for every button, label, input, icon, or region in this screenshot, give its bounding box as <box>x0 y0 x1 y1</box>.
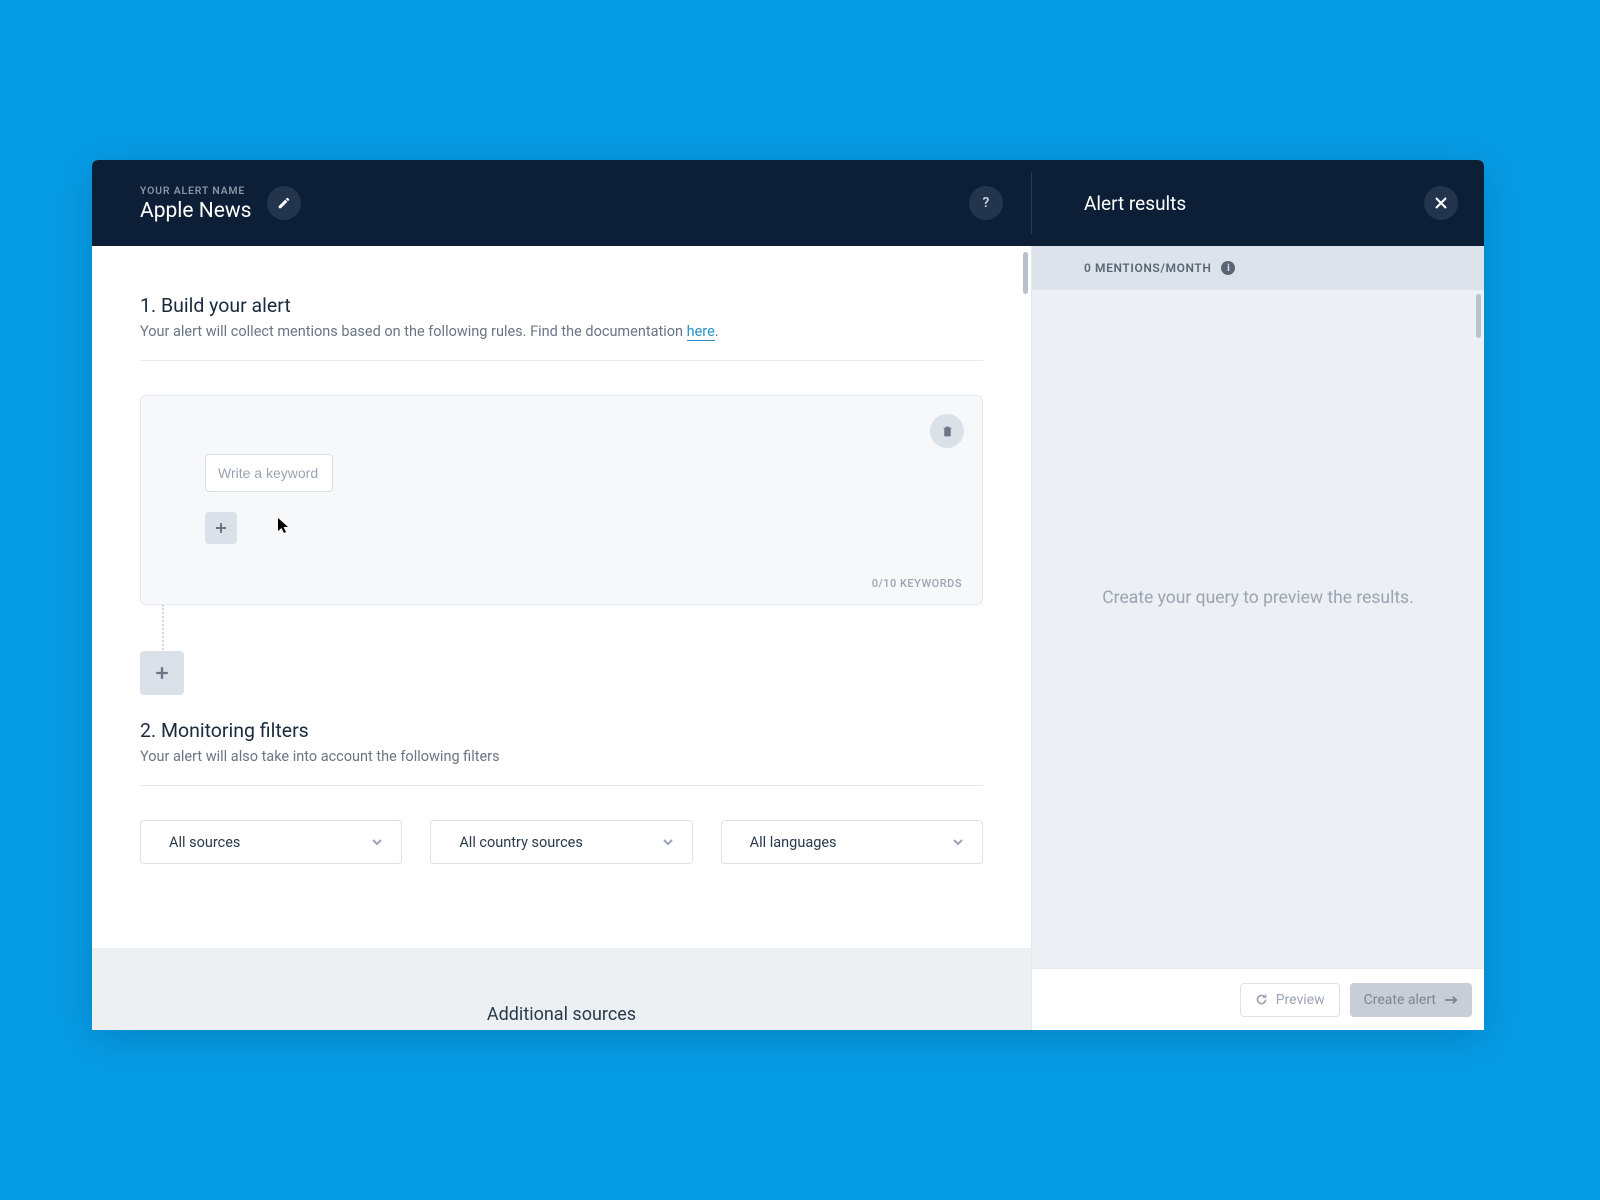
chevron-down-icon <box>371 836 383 848</box>
question-icon: ? <box>983 195 990 211</box>
add-keyword-button[interactable] <box>205 512 237 544</box>
header-help: ? <box>969 160 1031 246</box>
close-icon <box>1435 197 1447 209</box>
preview-button-label: Preview <box>1276 992 1325 1008</box>
alert-name-block: YOUR ALERT NAME Apple News <box>140 184 251 223</box>
results-title: Alert results <box>1084 192 1186 215</box>
section1-subtitle-pre: Your alert will collect mentions based o… <box>140 323 687 340</box>
additional-sources-band: Additional sources <box>92 948 1031 1030</box>
info-icon[interactable]: i <box>1221 261 1235 275</box>
main-scrollbar[interactable] <box>1023 252 1028 294</box>
delete-group-button[interactable] <box>930 414 964 448</box>
create-alert-button-label: Create alert <box>1364 992 1436 1008</box>
documentation-link[interactable]: here <box>687 323 715 341</box>
alert-builder-window: YOUR ALERT NAME Apple News ? Alert resul… <box>92 160 1484 1030</box>
plus-icon <box>155 666 169 680</box>
results-column: 0 MENTIONS/MONTH i Create your query to … <box>1031 246 1484 1030</box>
create-alert-button[interactable]: Create alert <box>1350 983 1472 1017</box>
results-scrollbar[interactable] <box>1476 294 1481 338</box>
main-scroll: 1. Build your alert Your alert will coll… <box>92 246 1031 864</box>
mentions-count: 0 MENTIONS/MONTH <box>1084 261 1211 275</box>
filters-row: All sources All country sources All lang… <box>140 820 983 864</box>
chevron-down-icon <box>662 836 674 848</box>
close-button[interactable] <box>1424 186 1458 220</box>
keyword-group-card: 0/10 KEYWORDS <box>140 395 983 605</box>
keyword-input[interactable] <box>205 454 333 492</box>
group-connector <box>140 605 983 695</box>
countries-select[interactable]: All country sources <box>430 820 692 864</box>
languages-select[interactable]: All languages <box>721 820 983 864</box>
results-body: Create your query to preview the results… <box>1032 290 1484 968</box>
mentions-bar: 0 MENTIONS/MONTH i <box>1032 246 1484 290</box>
section2: 2. Monitoring filters Your alert will al… <box>140 719 983 864</box>
section1-title: 1. Build your alert <box>140 294 983 317</box>
sources-select-label: All sources <box>169 834 240 851</box>
trash-icon <box>941 424 954 438</box>
plus-icon <box>215 522 227 534</box>
countries-select-label: All country sources <box>459 834 583 851</box>
alert-name-value: Apple News <box>140 199 251 223</box>
refresh-icon <box>1255 993 1268 1006</box>
sources-select[interactable]: All sources <box>140 820 402 864</box>
connector-line <box>162 605 164 653</box>
add-group-button[interactable] <box>140 651 184 695</box>
section1-subtitle: Your alert will collect mentions based o… <box>140 323 983 340</box>
section2-title: 2. Monitoring filters <box>140 719 983 742</box>
section2-divider <box>140 785 983 786</box>
results-footer: Preview Create alert <box>1032 968 1484 1030</box>
help-button[interactable]: ? <box>969 186 1003 220</box>
alert-name-label: YOUR ALERT NAME <box>140 184 251 197</box>
main-column: 1. Build your alert Your alert will coll… <box>92 246 1031 1030</box>
chevron-down-icon <box>952 836 964 848</box>
results-empty-text: Create your query to preview the results… <box>1102 585 1413 612</box>
additional-sources-title: Additional sources <box>487 1004 636 1025</box>
pencil-icon <box>277 196 291 210</box>
arrow-right-icon <box>1444 995 1458 1005</box>
body: 1. Build your alert Your alert will coll… <box>92 246 1484 1030</box>
keyword-count: 0/10 KEYWORDS <box>872 577 962 590</box>
header-right: Alert results <box>1032 160 1484 246</box>
section2-subtitle: Your alert will also take into account t… <box>140 748 983 765</box>
edit-alert-name-button[interactable] <box>267 186 301 220</box>
section1-subtitle-post: . <box>715 323 719 340</box>
languages-select-label: All languages <box>750 834 837 851</box>
header: YOUR ALERT NAME Apple News ? Alert resul… <box>92 160 1484 246</box>
preview-button[interactable]: Preview <box>1240 983 1340 1017</box>
section1-divider <box>140 360 983 361</box>
header-left: YOUR ALERT NAME Apple News <box>92 160 969 246</box>
